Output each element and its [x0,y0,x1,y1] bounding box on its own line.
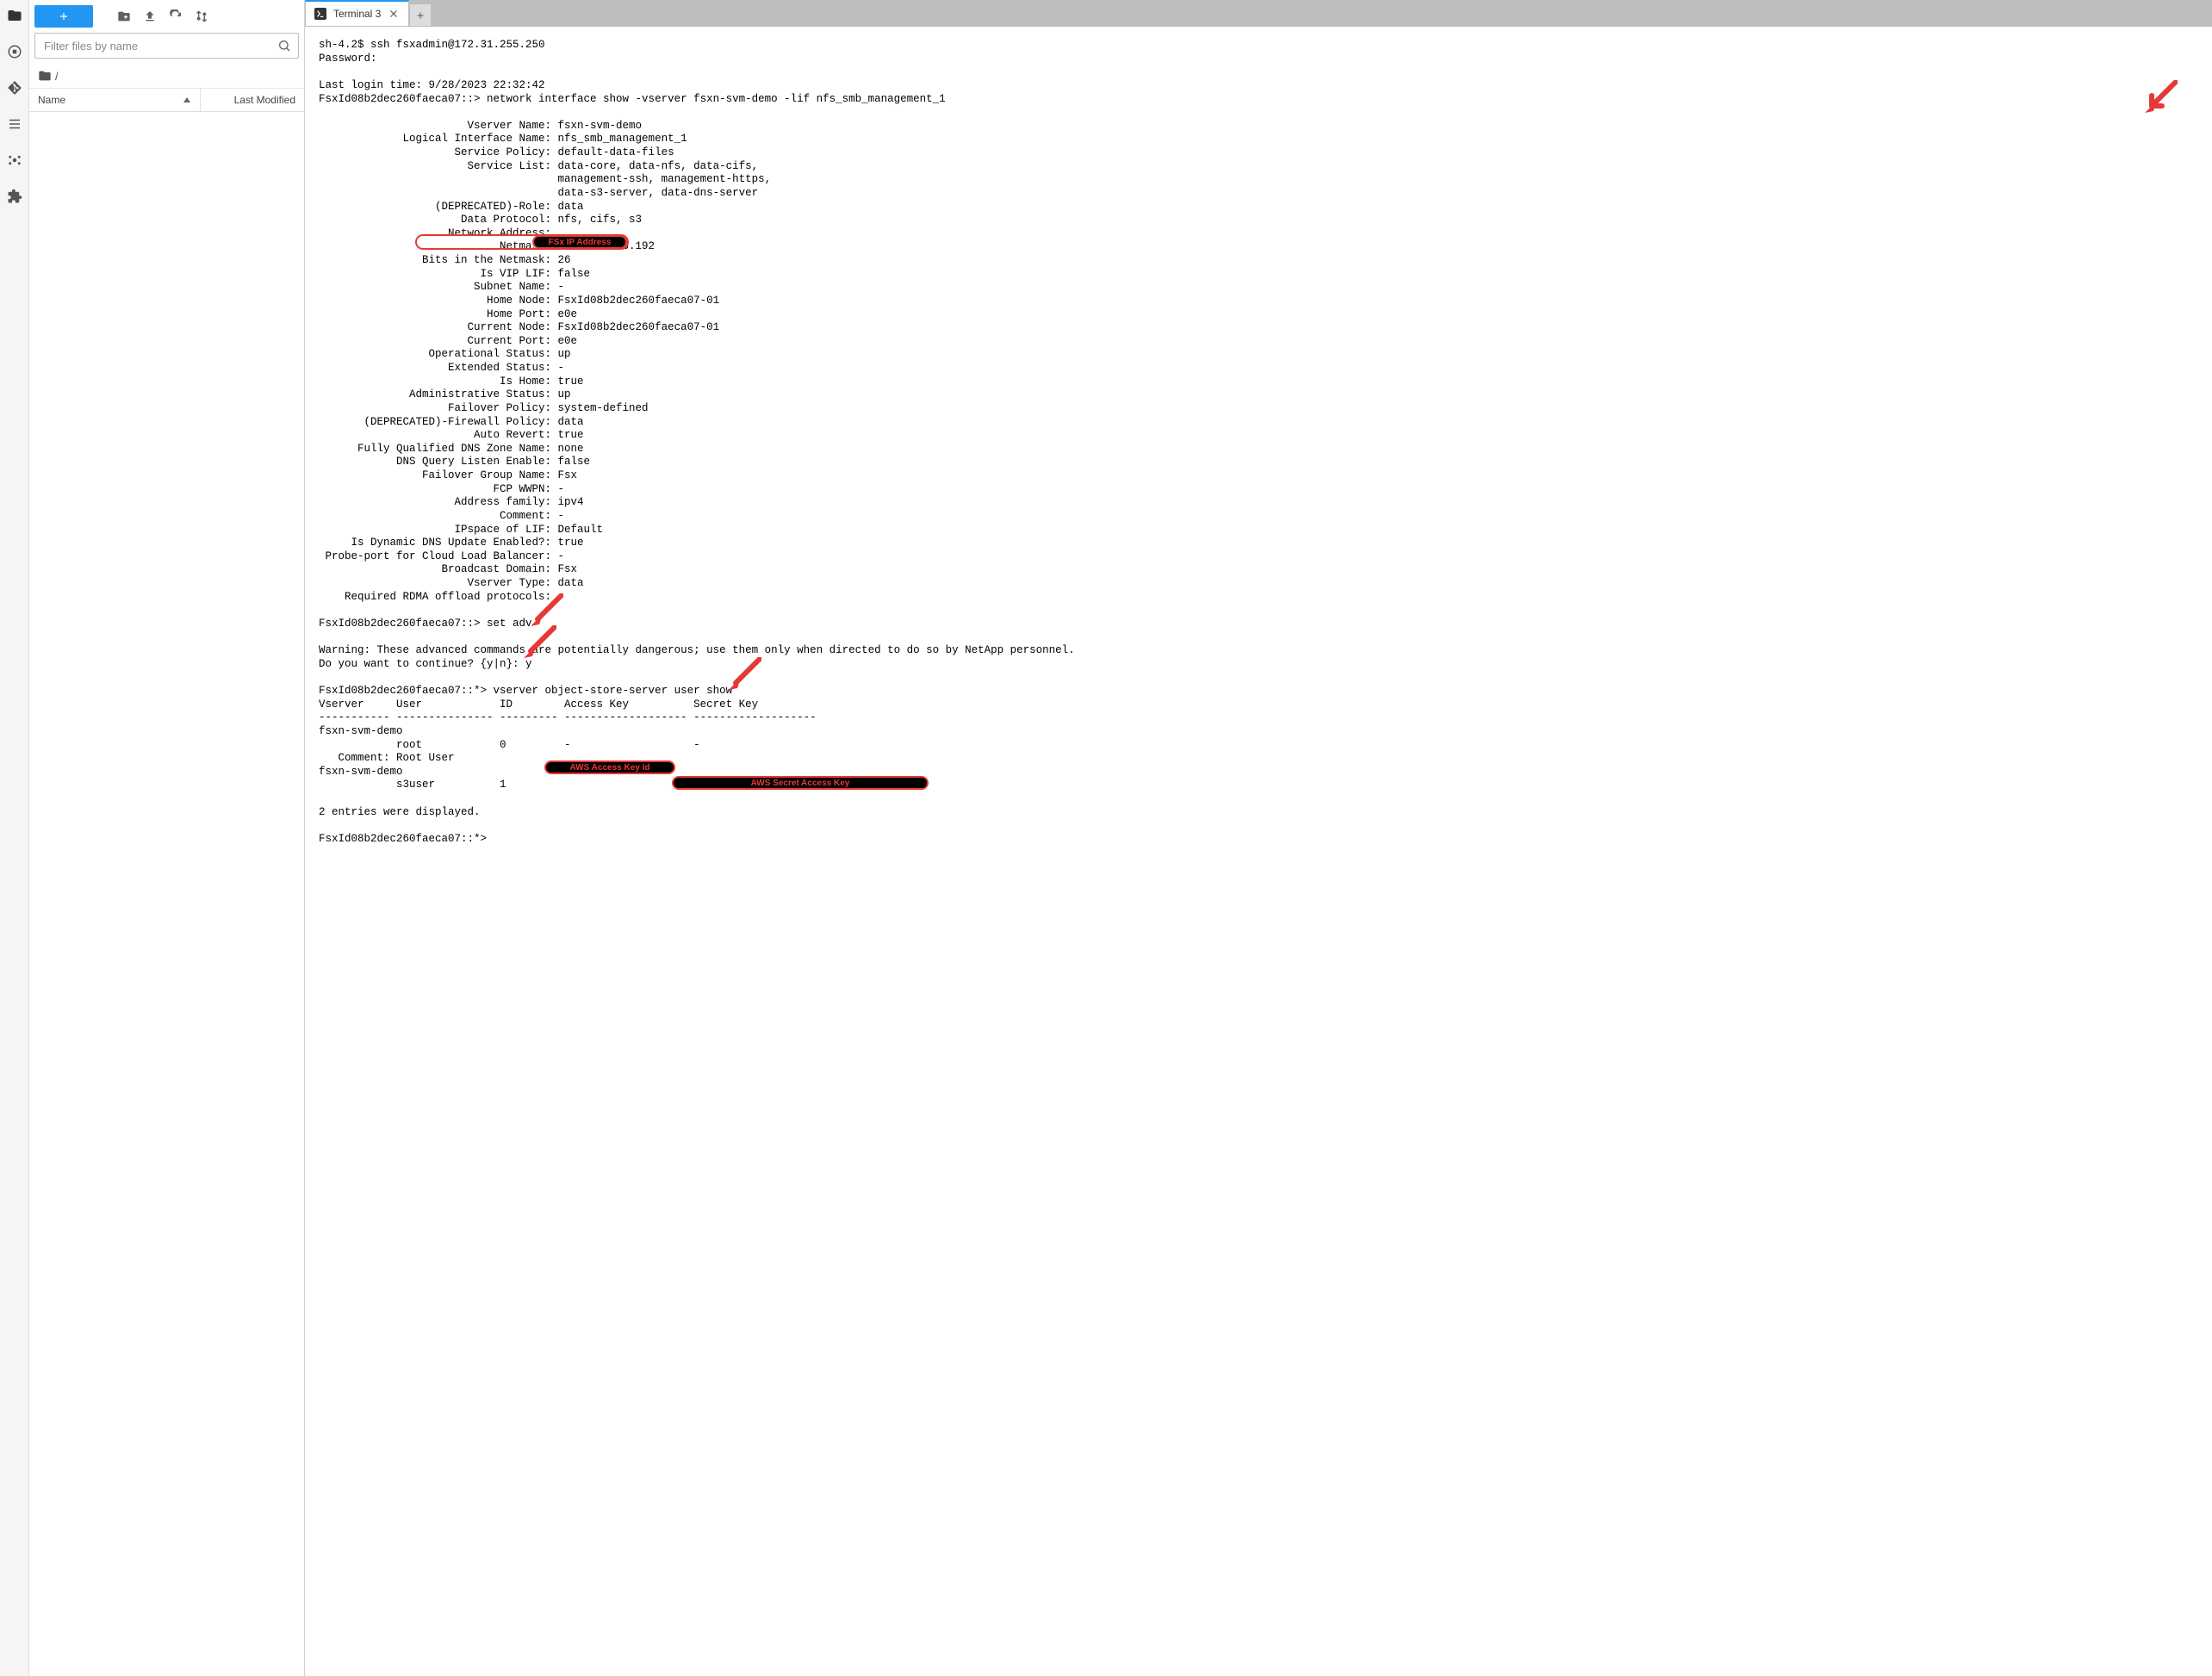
git-toolbar-icon[interactable] [193,8,210,25]
terminal-output[interactable]: sh-4.2$ ssh fsxadmin@172.31.255.250 Pass… [305,27,2212,1676]
upload-icon[interactable] [141,8,158,25]
folder-icon [38,69,52,83]
sort-asc-icon [183,96,191,104]
tab-terminal-3[interactable]: Terminal 3 [305,0,409,26]
column-last-modified[interactable]: Last Modified [201,89,304,111]
toc-icon[interactable] [6,115,23,133]
tab-strip: Terminal 3 [305,0,2212,26]
extensions-icon[interactable] [6,188,23,205]
filter-input[interactable] [35,40,298,53]
column-name[interactable]: Name [29,89,200,111]
running-icon[interactable] [6,43,23,60]
main-area: Terminal 3 sh-4.2$ ssh fsxadmin@172.31.2… [305,0,2212,1676]
new-folder-icon[interactable] [115,8,133,25]
file-list-body[interactable] [29,112,304,1676]
activity-bar [0,0,29,1676]
terminal-icon [314,8,326,20]
breadcrumb[interactable]: / [29,64,304,89]
folder-icon[interactable] [6,7,23,24]
kernels-icon[interactable] [6,152,23,169]
new-launcher-button[interactable] [34,5,93,28]
search-icon [277,39,291,53]
tab-label: Terminal 3 [333,8,381,20]
file-list-header: Name Last Modified [29,89,304,112]
breadcrumb-root: / [55,70,59,83]
new-tab-button[interactable] [409,3,432,26]
file-browser-panel: / Name Last Modified [29,0,305,1676]
git-icon[interactable] [6,79,23,96]
filter-files-box [34,33,299,59]
close-icon[interactable] [388,8,400,20]
file-toolbar [29,0,304,33]
refresh-icon[interactable] [167,8,184,25]
